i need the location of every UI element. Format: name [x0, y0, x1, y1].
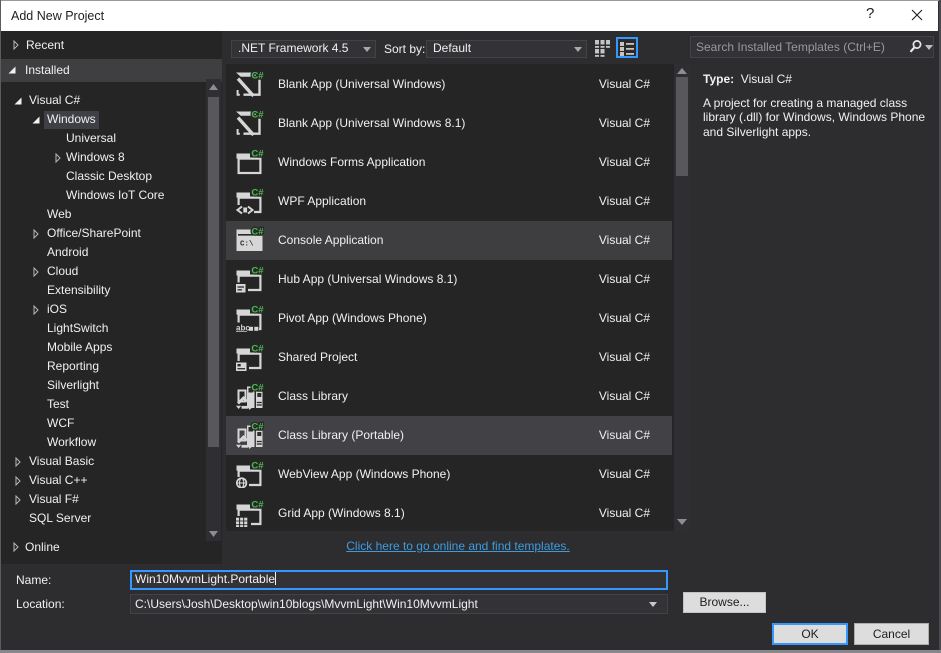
- svg-text:C#: C#: [251, 226, 264, 237]
- svg-text:C#: C#: [251, 343, 264, 354]
- svg-text:C#: C#: [251, 382, 264, 393]
- svg-text:C#: C#: [251, 421, 264, 432]
- svg-text:C#: C#: [251, 70, 264, 81]
- svg-text:C#: C#: [251, 265, 264, 276]
- svg-text:C#: C#: [251, 499, 264, 510]
- svg-text:C#: C#: [251, 304, 264, 315]
- svg-text:C:\: C:\: [240, 240, 254, 248]
- svg-text:abc: abc: [236, 323, 250, 332]
- svg-text:C#: C#: [251, 187, 264, 198]
- svg-text:C#: C#: [251, 109, 264, 120]
- svg-text:C#: C#: [251, 148, 264, 159]
- svg-text:C#: C#: [251, 460, 264, 471]
